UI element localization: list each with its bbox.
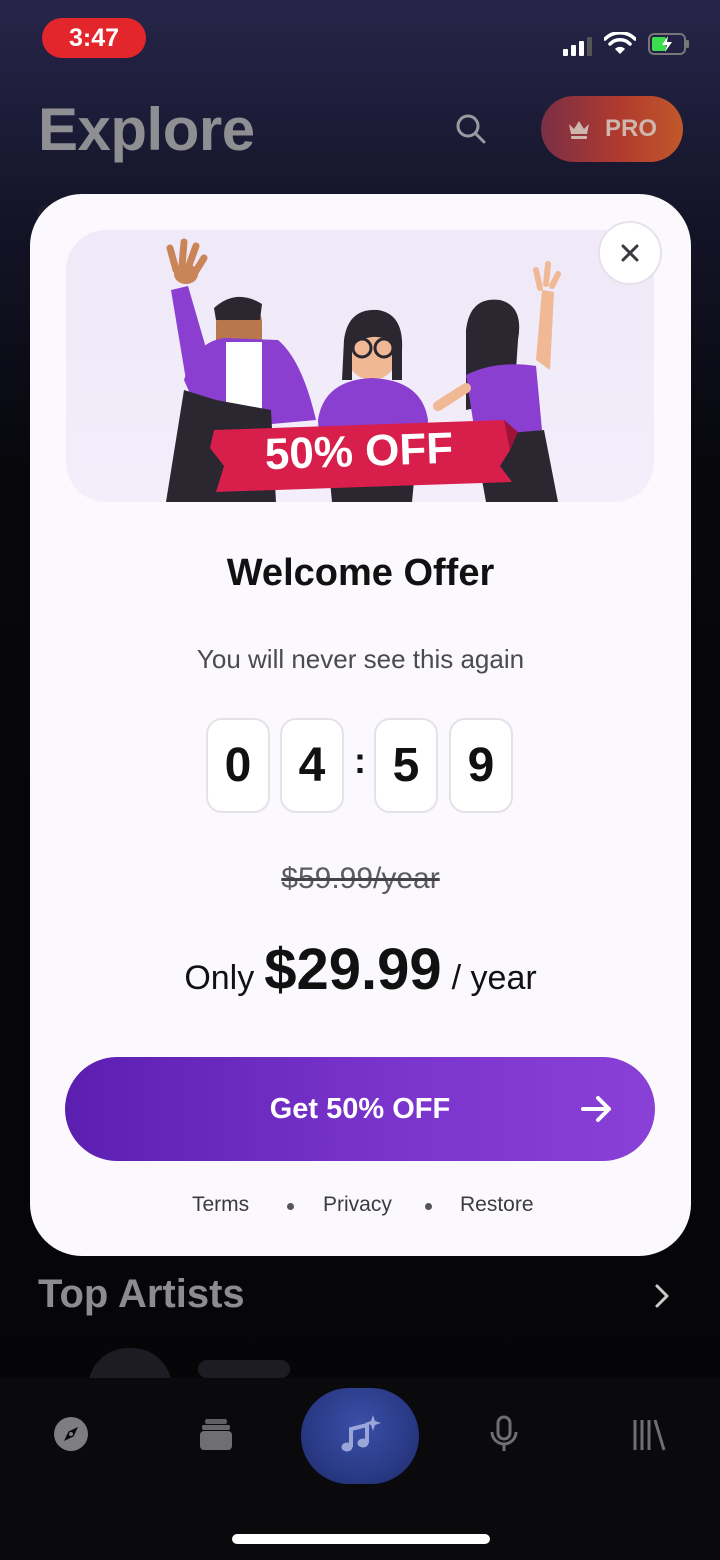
page-title: Explore bbox=[38, 96, 255, 163]
cellular-signal-icon bbox=[563, 37, 592, 56]
chevron-right-icon[interactable] bbox=[651, 1283, 673, 1309]
offer-subtitle: You will never see this again bbox=[196, 644, 525, 674]
offer-title: Welcome Offer bbox=[226, 552, 495, 594]
countdown-digit: 4 bbox=[280, 718, 344, 813]
countdown-timer: 0 4 : 5 9 bbox=[206, 718, 516, 813]
pro-label: PRO bbox=[604, 115, 657, 142]
search-icon[interactable] bbox=[454, 112, 488, 146]
close-icon bbox=[621, 244, 639, 262]
hero-illustration: 50% OFF bbox=[66, 230, 654, 502]
get-discount-button[interactable]: Get 50% OFF bbox=[65, 1057, 655, 1161]
tab-create[interactable] bbox=[301, 1388, 419, 1484]
pro-button[interactable]: PRO bbox=[541, 96, 683, 162]
crown-icon bbox=[568, 121, 589, 139]
countdown-digit: 5 bbox=[374, 718, 438, 813]
original-price: $59.99/year bbox=[281, 862, 440, 895]
footer-separator bbox=[425, 1203, 432, 1210]
arrow-right-icon bbox=[581, 1096, 611, 1122]
countdown-digit: 0 bbox=[206, 718, 270, 813]
library-icon bbox=[633, 1419, 666, 1451]
countdown-separator: : bbox=[354, 740, 366, 781]
footer-separator bbox=[287, 1203, 294, 1210]
compass-icon bbox=[54, 1417, 88, 1451]
tab-stack[interactable] bbox=[194, 1412, 238, 1456]
discount-badge: 50% OFF bbox=[264, 423, 454, 480]
close-button[interactable] bbox=[598, 221, 662, 285]
music-sparkle-icon bbox=[341, 1415, 381, 1452]
wifi-icon bbox=[604, 32, 636, 54]
restore-link[interactable]: Restore bbox=[460, 1193, 534, 1217]
price-amount: $29.99 bbox=[264, 937, 442, 1002]
microphone-icon bbox=[490, 1415, 518, 1451]
terms-link[interactable]: Terms bbox=[192, 1193, 249, 1217]
tab-library[interactable] bbox=[626, 1412, 670, 1456]
welcome-offer-modal: 50% OFF Welcome Offer You will never see… bbox=[30, 194, 691, 1256]
price-prefix: Only bbox=[184, 959, 255, 997]
cta-label: Get 50% OFF bbox=[269, 1092, 451, 1125]
home-indicator[interactable] bbox=[232, 1534, 490, 1544]
price-period: / year bbox=[451, 959, 537, 997]
battery-charging-icon bbox=[648, 33, 689, 55]
tab-voice[interactable] bbox=[482, 1412, 526, 1456]
stack-icon bbox=[200, 1419, 232, 1450]
discounted-price: Only $29.99/ year bbox=[30, 936, 691, 1003]
artist-name-placeholder bbox=[198, 1360, 290, 1378]
section-title-top-artists: Top Artists bbox=[38, 1272, 245, 1316]
tab-explore[interactable] bbox=[49, 1412, 93, 1456]
status-time: 3:47 bbox=[42, 18, 146, 58]
status-bar: 3:47 bbox=[0, 0, 720, 80]
countdown-digit: 9 bbox=[449, 718, 513, 813]
privacy-link[interactable]: Privacy bbox=[323, 1193, 392, 1217]
footer-links: Terms Privacy Restore bbox=[30, 1193, 691, 1223]
